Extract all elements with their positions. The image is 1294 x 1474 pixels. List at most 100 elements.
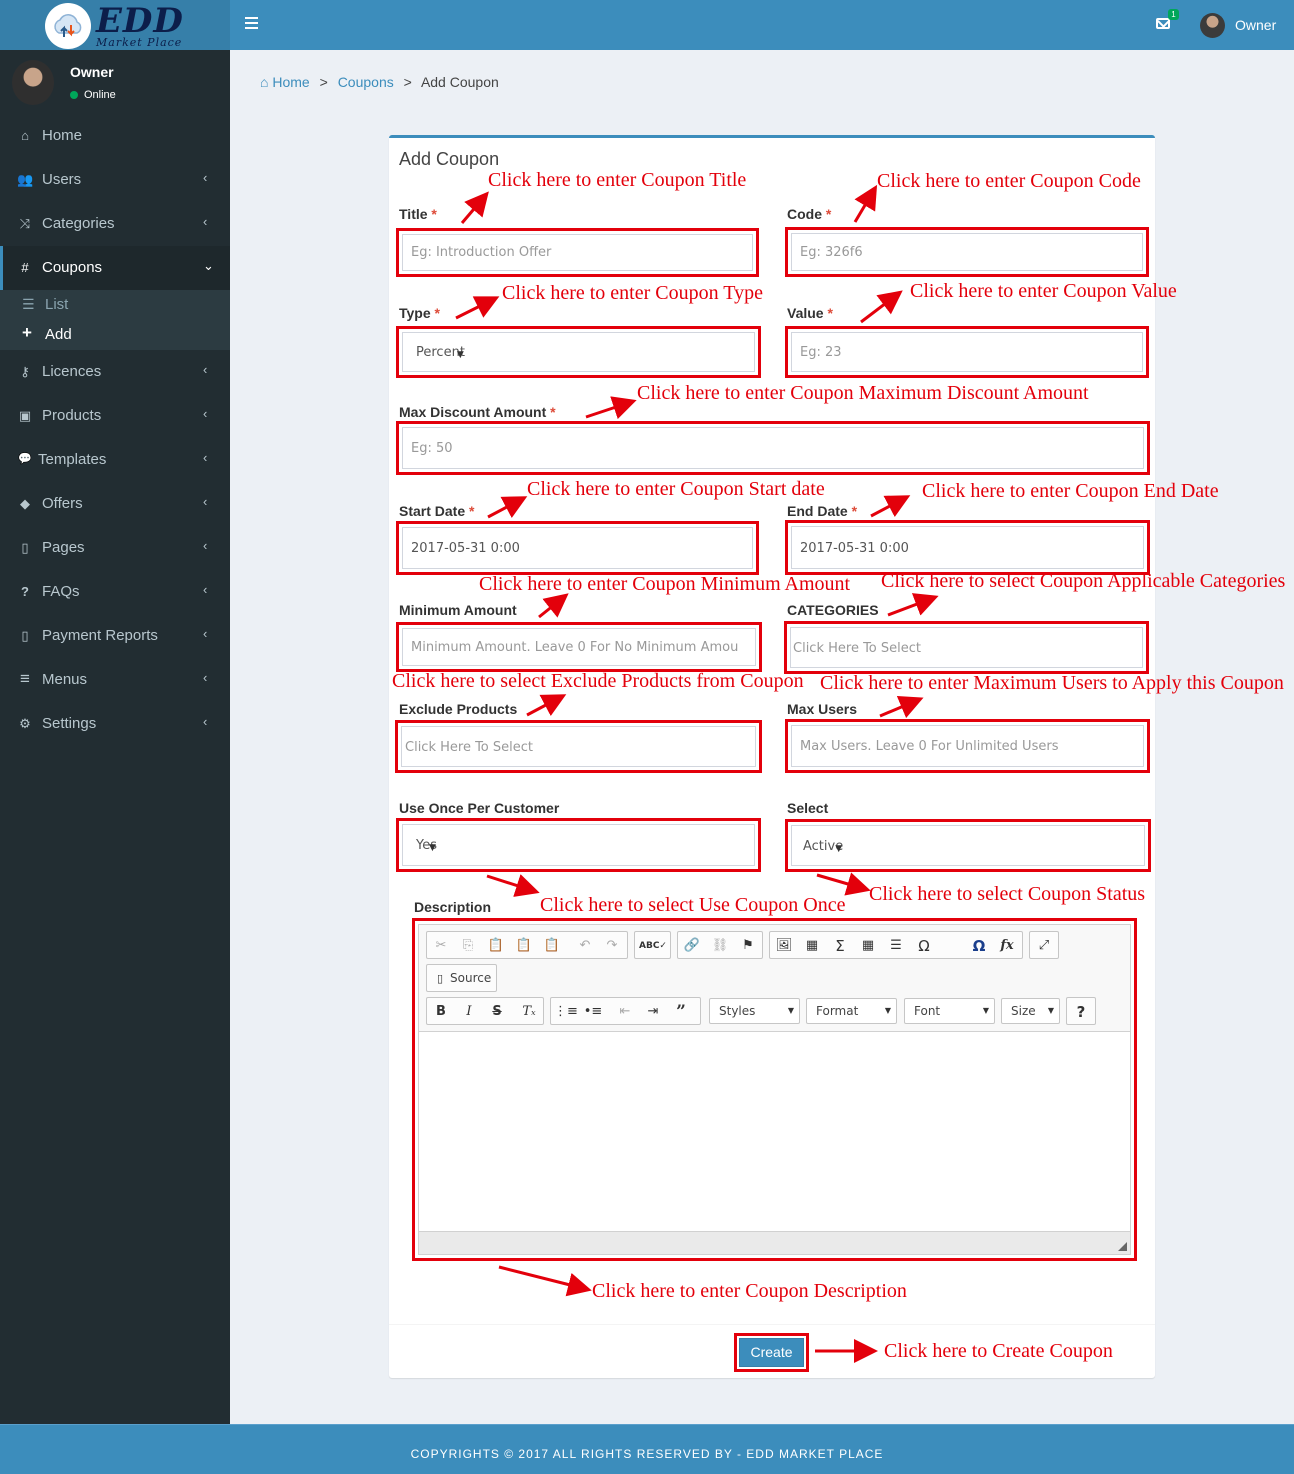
- italic-icon[interactable]: I: [458, 1002, 480, 1022]
- exclude-products-select[interactable]: Click Here To Select: [395, 720, 762, 773]
- flash-icon[interactable]: ▦: [801, 936, 823, 956]
- remove-format-icon[interactable]: Tₓ: [518, 1002, 540, 1022]
- max-users-input[interactable]: Max Users. Leave 0 For Unlimited Users: [785, 719, 1150, 773]
- editor-content-area[interactable]: [419, 1031, 1130, 1231]
- image-icon[interactable]: 🖼: [773, 936, 795, 956]
- numbered-list-icon[interactable]: ⋮≡: [554, 1002, 578, 1022]
- help-group: ?: [1066, 997, 1096, 1025]
- coupons-submenu: ☰ List + Add: [0, 290, 230, 350]
- minimum-amount-input[interactable]: Minimum Amount. Leave 0 For No Minimum A…: [396, 622, 762, 672]
- strikethrough-icon[interactable]: S: [486, 1002, 508, 1022]
- envelope-icon[interactable]: [1156, 18, 1170, 29]
- end-date-input[interactable]: 2017-05-31 0:00: [785, 520, 1150, 575]
- help-icon[interactable]: ?: [1070, 1002, 1092, 1022]
- special-char-icon[interactable]: Ω: [968, 936, 990, 956]
- redo-icon[interactable]: ↷: [601, 936, 623, 956]
- anchor-flag-icon[interactable]: ⚑: [737, 936, 759, 956]
- hash-icon: #: [21, 260, 29, 275]
- sidebar-item-templates[interactable]: 💬 Templates ‹: [0, 438, 230, 482]
- page-title: Add Coupon: [399, 149, 500, 169]
- sidebar-item-list[interactable]: ☰ List: [0, 290, 230, 320]
- link-icon[interactable]: 🔗: [681, 936, 703, 956]
- editor-status-bar: [419, 1231, 1130, 1254]
- breadcrumb: ⌂ Home > Coupons > Add Coupon: [260, 74, 499, 90]
- sidebar-item-offers[interactable]: ◆ Offers ‹: [0, 482, 230, 526]
- max-discount-input[interactable]: Eg: 50: [396, 421, 1150, 475]
- start-date-input[interactable]: 2017-05-31 0:00: [396, 521, 759, 575]
- sidebar-item-categories[interactable]: ⤨ Categories ‹: [0, 202, 230, 246]
- maximize-icon[interactable]: ⤢: [1033, 936, 1055, 956]
- sidebar-item-users[interactable]: 👥 Users ‹: [0, 158, 230, 202]
- categories-label: CATEGORIES: [787, 602, 879, 618]
- paste-text-icon[interactable]: 📋: [513, 936, 535, 956]
- breadcrumb-coupons[interactable]: Coupons: [338, 74, 394, 90]
- formula-icon[interactable]: fx: [996, 936, 1018, 956]
- logo[interactable]: EDD Market Place: [0, 0, 230, 50]
- copyright-text: COPYRIGHTS © 2017 ALL RIGHTS RESERVED BY…: [410, 1447, 884, 1461]
- annotation-max-discount: Click here to enter Coupon Maximum Disco…: [637, 382, 1089, 404]
- bold-icon[interactable]: B: [430, 1002, 452, 1022]
- avatar[interactable]: [1200, 13, 1225, 38]
- create-button[interactable]: Create: [739, 1338, 804, 1367]
- description-editor[interactable]: ✂ ⎘ 📋 📋 📋 ↶ ↷ ABC✓ 🔗 ⛓ ⚑ 🖼 ▦ Σ ▦ ☰ Ω Ω f…: [412, 918, 1137, 1261]
- type-select[interactable]: Percent▼: [396, 326, 761, 378]
- outdent-icon[interactable]: ⇤: [614, 1002, 636, 1022]
- maximize-group: ⤢: [1029, 931, 1059, 959]
- sidebar-toggle-icon[interactable]: [245, 17, 258, 31]
- value-input[interactable]: Eg: 23: [785, 326, 1149, 378]
- sidebar-item-licences[interactable]: ⚷ Licences ‹: [0, 350, 230, 394]
- title-input[interactable]: Eg: Introduction Offer: [396, 228, 759, 277]
- sidebar-item-pages[interactable]: ▯ Pages ‹: [0, 526, 230, 570]
- brand-title: EDD: [96, 1, 184, 41]
- max-discount-label: Max Discount Amount *: [399, 404, 556, 420]
- breadcrumb-current: Add Coupon: [420, 74, 499, 90]
- bulleted-list-icon[interactable]: •≡: [582, 1002, 604, 1022]
- chevron-left-icon: ‹: [203, 670, 208, 685]
- categories-select[interactable]: Click Here To Select: [784, 621, 1149, 674]
- spellcheck-icon[interactable]: ABC✓: [639, 936, 667, 956]
- unlink-icon[interactable]: ⛓: [709, 936, 731, 956]
- sidebar-item-coupons[interactable]: # Coupons ⌄: [0, 246, 230, 290]
- sidebar-item-faqs[interactable]: ? FAQs ‹: [0, 570, 230, 614]
- omega-icon[interactable]: Ω: [913, 936, 935, 956]
- font-combo[interactable]: Font ▼: [904, 998, 995, 1024]
- shopping-bag-icon: ▣: [18, 408, 32, 423]
- indent-icon[interactable]: ⇥: [642, 1002, 664, 1022]
- basic-styles-group: B I S Tₓ: [426, 997, 544, 1025]
- sidebar-item-payment-reports[interactable]: ▯ Payment Reports ‹: [0, 614, 230, 658]
- sidebar-item-home[interactable]: ⌂ Home: [0, 114, 230, 158]
- resize-handle-icon[interactable]: [1118, 1242, 1127, 1251]
- copy-icon[interactable]: ⎘: [457, 936, 479, 956]
- size-combo[interactable]: Size ▼: [1001, 998, 1060, 1024]
- breadcrumb-separator: >: [403, 74, 412, 90]
- table-icon[interactable]: ▦: [857, 936, 879, 956]
- home-icon[interactable]: ⌂: [260, 74, 272, 90]
- blockquote-icon[interactable]: ”: [670, 1002, 692, 1022]
- code-input[interactable]: Eg: 326f6: [785, 227, 1149, 277]
- annotation-create: Click here to Create Coupon: [884, 1340, 1113, 1362]
- chevron-left-icon: ‹: [203, 494, 208, 509]
- cut-icon[interactable]: ✂: [430, 936, 452, 956]
- paste-word-icon[interactable]: 📋: [541, 936, 563, 956]
- breadcrumb-home[interactable]: Home: [272, 74, 309, 90]
- sidebar-item-menus[interactable]: ≡ Menus ‹: [0, 658, 230, 702]
- use-once-select[interactable]: Yes▼: [396, 818, 761, 872]
- source-group[interactable]: ▯ Source: [426, 964, 497, 992]
- sidebar-item-settings[interactable]: ⚙ Settings ‹: [0, 702, 230, 746]
- paste-icon[interactable]: 📋: [485, 936, 507, 956]
- description-label: Description: [414, 899, 492, 915]
- caret-down-icon: ▼: [884, 1006, 891, 1015]
- page-footer: COPYRIGHTS © 2017 ALL RIGHTS RESERVED BY…: [0, 1424, 1294, 1474]
- styles-combo[interactable]: Styles ▼: [709, 998, 800, 1024]
- chevron-left-icon: ‹: [203, 170, 208, 185]
- format-combo[interactable]: Format ▼: [806, 998, 897, 1024]
- header-user-name[interactable]: Owner: [1235, 17, 1276, 33]
- sidebar-item-add[interactable]: + Add: [0, 320, 230, 350]
- sidebar-item-products[interactable]: ▣ Products ‹: [0, 394, 230, 438]
- status-select[interactable]: Active▼: [785, 819, 1151, 872]
- annotation-title: Click here to enter Coupon Title: [488, 169, 747, 191]
- sigma-icon[interactable]: Σ: [829, 936, 851, 956]
- online-dot-icon: [70, 91, 78, 100]
- undo-icon[interactable]: ↶: [574, 936, 596, 956]
- horizontal-line-icon[interactable]: ☰: [885, 936, 907, 956]
